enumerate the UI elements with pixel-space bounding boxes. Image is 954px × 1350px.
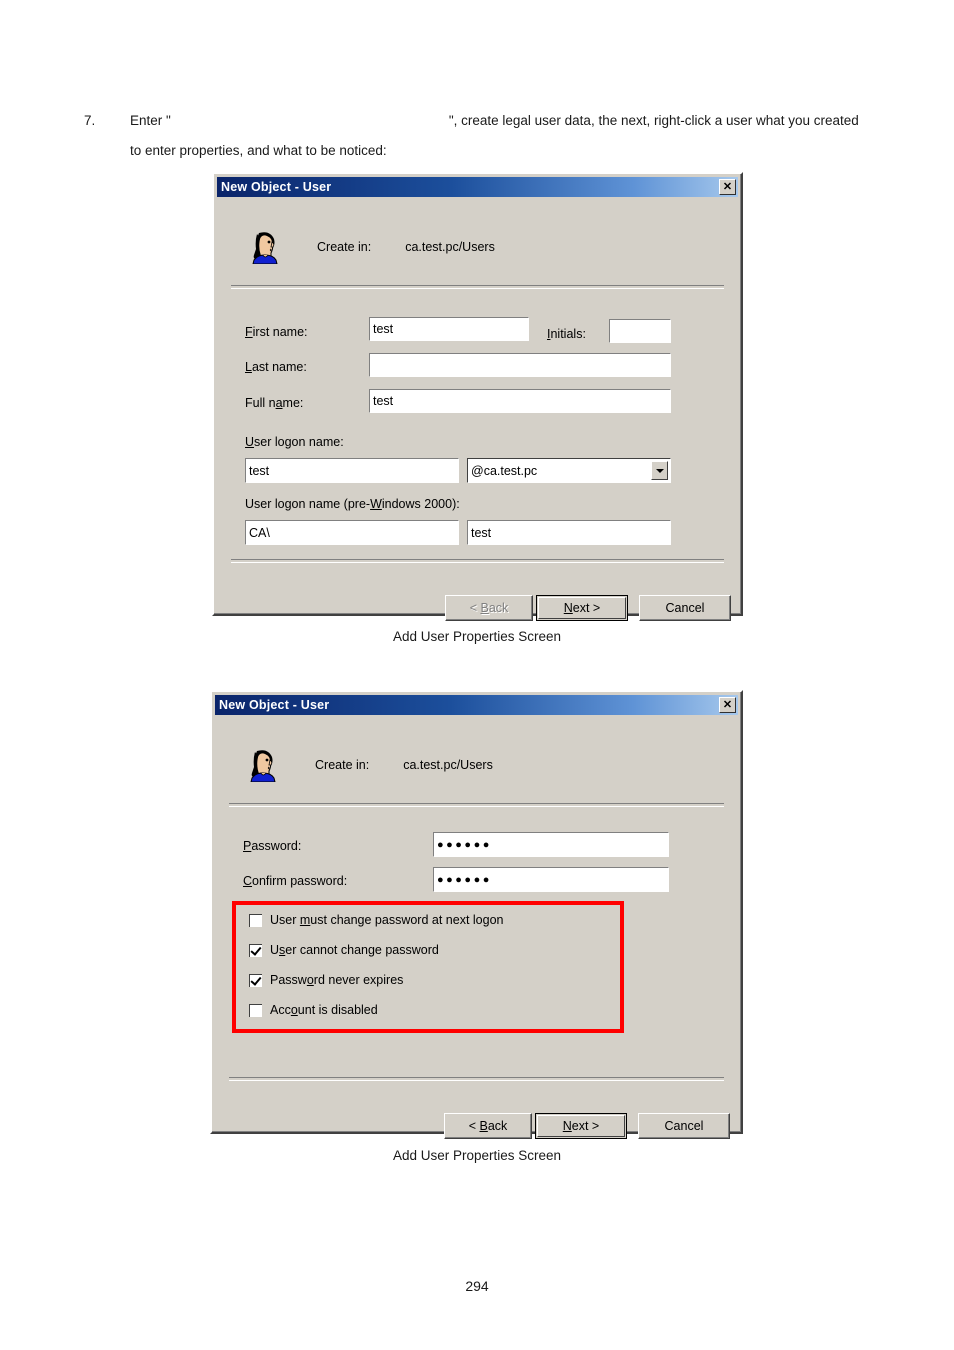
checkbox-box[interactable]: [249, 913, 262, 927]
next-button-label: Next >: [563, 601, 601, 615]
dialog-title: New Object - User: [219, 698, 330, 712]
page-number: 294: [465, 1278, 489, 1294]
header-separator: [229, 803, 724, 807]
dialog-body: Create in: ca.test.pc/Users Password: ●●…: [215, 715, 738, 1139]
step-text-after: ", create legal user data, the next, rig…: [448, 113, 859, 128]
step-line-2: to enter properties, and what to be noti…: [130, 143, 387, 158]
checkbox-label: Password never expires: [270, 973, 404, 987]
user-head-icon: [252, 232, 278, 264]
cancel-button-label: Cancel: [664, 1119, 704, 1133]
confirm-password-label: Confirm password:: [243, 874, 348, 888]
create-in-label: Create in:: [317, 240, 372, 254]
chevron-down-icon[interactable]: [651, 461, 668, 480]
step-number: 7.: [84, 113, 96, 128]
step-body: Enter " ", create legal user data, the ne…: [130, 106, 894, 166]
password-input[interactable]: ●●●●●●: [433, 832, 669, 857]
user-head-icon: [250, 750, 276, 782]
checkbox-box[interactable]: [249, 973, 262, 987]
full-name-input[interactable]: test: [369, 389, 671, 413]
checkbox-account-is-disabled[interactable]: Account is disabled: [249, 1003, 378, 1017]
last-name-input[interactable]: [369, 353, 671, 377]
user-logon-name-label: User logon name:: [245, 435, 344, 449]
footer-separator: [231, 559, 724, 563]
checkbox-box[interactable]: [249, 943, 262, 957]
dialog-title: New Object - User: [221, 180, 332, 194]
cancel-button[interactable]: Cancel: [638, 1113, 730, 1139]
password-value: ●●●●●●: [437, 838, 492, 851]
step-text-before: Enter ": [130, 113, 171, 128]
back-button[interactable]: < Back: [444, 1113, 532, 1139]
checkbox-user-cannot-change-password[interactable]: User cannot change password: [249, 943, 439, 957]
title-bar[interactable]: New Object - User ✕: [215, 695, 738, 715]
next-button[interactable]: Next >: [536, 595, 628, 621]
dialog-body: Create in: ca.test.pc/Users First name: …: [217, 197, 738, 621]
confirm-password-value: ●●●●●●: [437, 873, 492, 886]
new-object-user-dialog-1[interactable]: New Object - User ✕ Create in: ca.test.p…: [212, 172, 743, 621]
user-logon-name-input[interactable]: test: [245, 458, 459, 483]
password-label: Password:: [243, 839, 302, 853]
next-button-label: Next >: [562, 1119, 600, 1133]
checkbox-box[interactable]: [249, 1003, 262, 1017]
confirm-password-input[interactable]: ●●●●●●: [433, 867, 669, 892]
first-name-input[interactable]: test: [369, 317, 529, 341]
initials-input[interactable]: [609, 319, 671, 343]
domain-suffix-value: @ca.test.pc: [471, 463, 538, 478]
close-icon[interactable]: ✕: [719, 697, 736, 713]
checkbox-user-must-change-password[interactable]: User must change password at next logon: [249, 913, 503, 927]
create-in-row: Create in: ca.test.pc/Users: [217, 223, 738, 271]
pre-windows-logon-input[interactable]: test: [467, 520, 671, 545]
next-button[interactable]: Next >: [535, 1113, 627, 1139]
checkbox-label: User cannot change password: [270, 943, 439, 957]
cancel-button[interactable]: Cancel: [639, 595, 731, 621]
footer-separator: [229, 1077, 724, 1081]
initials-label: Initials:: [547, 327, 586, 341]
domain-suffix-combo[interactable]: @ca.test.pc: [467, 458, 671, 483]
checkbox-password-never-expires[interactable]: Password never expires: [249, 973, 403, 987]
create-in-row: Create in: ca.test.pc/Users: [215, 741, 738, 789]
back-button[interactable]: < Back: [445, 595, 533, 621]
instruction-step: 7. Enter " ", create legal user data, the…: [84, 106, 894, 166]
new-object-user-dialog-2[interactable]: New Object - User ✕ Create in: ca.test.p…: [210, 690, 743, 1139]
last-name-label: Last name:: [245, 360, 307, 374]
pre-windows-domain-input[interactable]: CA\: [245, 520, 459, 545]
create-in-value: ca.test.pc/Users: [405, 240, 495, 254]
create-in-value: ca.test.pc/Users: [403, 758, 493, 772]
checkbox-label: Account is disabled: [270, 1003, 378, 1017]
cancel-button-label: Cancel: [665, 601, 705, 615]
create-in-label: Create in:: [315, 758, 370, 772]
close-icon[interactable]: ✕: [719, 179, 736, 195]
back-button-label: < Back: [468, 1119, 508, 1133]
header-separator: [231, 285, 724, 289]
full-name-label: Full name:: [245, 396, 304, 410]
checkbox-label: User must change password at next logon: [270, 913, 504, 927]
pre-windows-logon-label: User logon name (pre-Windows 2000):: [245, 497, 460, 511]
figure-caption-2: Add User Properties Screen: [392, 1148, 562, 1163]
figure-caption-1: Add User Properties Screen: [392, 629, 562, 644]
title-bar[interactable]: New Object - User ✕: [217, 177, 738, 197]
back-button-label: < Back: [469, 601, 509, 615]
first-name-label: First name:: [245, 325, 308, 339]
